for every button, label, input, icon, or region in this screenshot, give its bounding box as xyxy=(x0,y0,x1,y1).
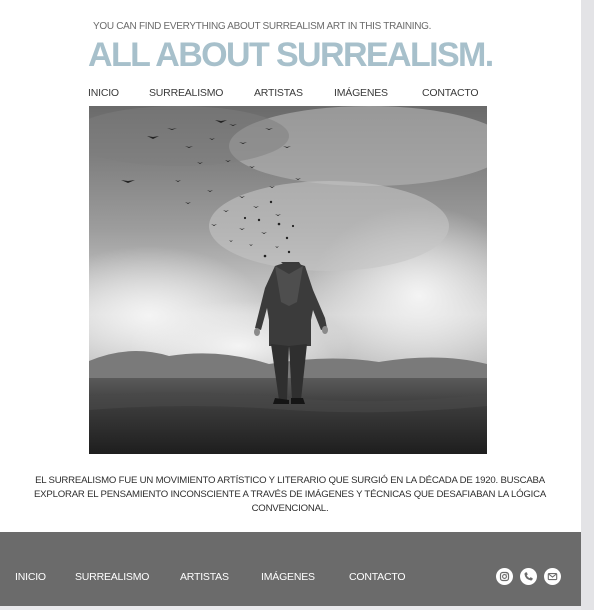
footer-link-surrealismo[interactable]: SURREALISMO xyxy=(75,571,149,583)
nav-link-artistas[interactable]: ARTISTAS xyxy=(254,87,303,99)
footer-link-artistas[interactable]: ARTISTAS xyxy=(180,571,229,583)
footer-link-contacto[interactable]: CONTACTO xyxy=(349,571,406,583)
footer-link-imagenes[interactable]: IMÁGENES xyxy=(261,571,315,583)
footer-link-inicio[interactable]: INICIO xyxy=(15,571,46,583)
scrollbar[interactable] xyxy=(581,0,594,610)
mail-icon[interactable] xyxy=(544,568,561,585)
footer: INICIO SURREALISMO ARTISTAS IMÁGENES CON… xyxy=(0,532,581,606)
nav-link-surrealismo[interactable]: SURREALISMO xyxy=(149,87,223,99)
page: YOU CAN FIND EVERYTHING ABOUT SURREALISM… xyxy=(0,0,581,606)
hero-illustration xyxy=(89,106,487,454)
page-title: ALL ABOUT SURREALISM. xyxy=(88,36,494,74)
intro-paragraph: EL SURREALISMO FUE UN MOVIMIENTO ARTÍSTI… xyxy=(33,475,547,514)
top-nav: INICIO SURREALISMO ARTISTAS IMÁGENES CON… xyxy=(0,87,581,101)
tagline: YOU CAN FIND EVERYTHING ABOUT SURREALISM… xyxy=(93,21,432,32)
instagram-icon[interactable] xyxy=(496,568,513,585)
nav-link-inicio[interactable]: INICIO xyxy=(88,87,119,99)
hero-image xyxy=(89,106,487,454)
phone-icon[interactable] xyxy=(520,568,537,585)
nav-link-contacto[interactable]: CONTACTO xyxy=(422,87,479,99)
nav-link-imagenes[interactable]: IMÁGENES xyxy=(334,87,388,99)
